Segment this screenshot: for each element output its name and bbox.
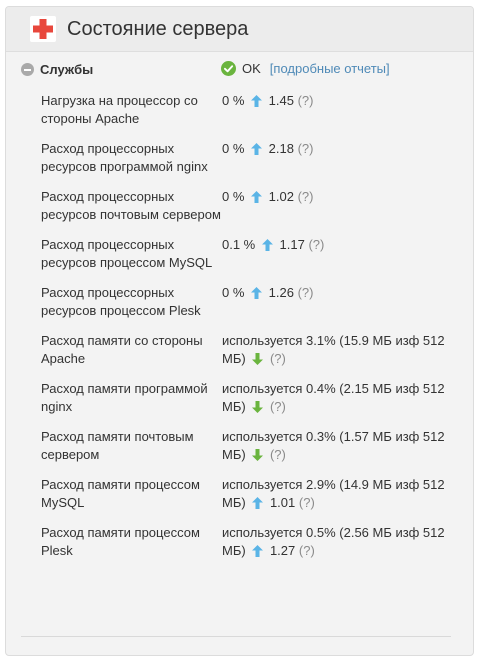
help-link[interactable]: (?) bbox=[298, 285, 314, 300]
metric-trend-value: 1.02 bbox=[268, 189, 294, 204]
metric-label: Расход процессорных ресурсов программой … bbox=[41, 141, 208, 174]
panel-header: Состояние сервера bbox=[6, 7, 473, 52]
help-link[interactable]: (?) bbox=[298, 189, 314, 204]
help-link[interactable]: (?) bbox=[299, 495, 315, 510]
metric-row: Расход процессорных ресурсов процессом M… bbox=[41, 236, 461, 272]
metric-value: 0 % 2.18 (?) bbox=[222, 140, 452, 176]
section-divider bbox=[21, 636, 451, 637]
help-link[interactable]: (?) bbox=[270, 447, 286, 462]
metric-value: 0.1 % 1.17 (?) bbox=[222, 236, 452, 272]
metric-usage: 0 % bbox=[222, 93, 245, 108]
metric-usage: 0 % bbox=[222, 141, 245, 156]
metric-row: Расход памяти процессом Plesk использует… bbox=[41, 524, 461, 560]
metric-label: Расход процессорных ресурсов процессом P… bbox=[41, 285, 201, 318]
metric-usage: 0 % bbox=[222, 189, 245, 204]
metrics-list: Нагрузка на процессор со стороны Apache … bbox=[41, 92, 461, 572]
metric-value: используется 0.3% (1.57 МБ изф 512 МБ) (… bbox=[222, 428, 452, 464]
status-ok-label: OK bbox=[242, 61, 261, 76]
metric-label: Расход памяти процессом Plesk bbox=[41, 525, 200, 558]
metric-value: 0 % 1.45 (?) bbox=[222, 92, 452, 128]
services-status: OK [подробные отчеты] bbox=[221, 61, 390, 76]
metric-label: Расход памяти со стороны Apache bbox=[41, 333, 203, 366]
metric-label: Нагрузка на процессор со стороны Apache bbox=[41, 93, 198, 126]
metric-value: используется 0.5% (2.56 МБ изф 512 МБ) 1… bbox=[222, 524, 452, 560]
arrow-up-icon bbox=[252, 497, 264, 509]
check-circle-icon bbox=[221, 61, 236, 76]
metric-trend-value: 1.26 bbox=[268, 285, 294, 300]
metric-value: используется 2.9% (14.9 МБ изф 512 МБ) 1… bbox=[222, 476, 452, 512]
metric-label: Расход процессорных ресурсов процессом M… bbox=[41, 237, 213, 270]
metric-usage: 0 % bbox=[222, 285, 245, 300]
metric-row: Расход процессорных ресурсов почтовым се… bbox=[41, 188, 461, 224]
arrow-up-icon bbox=[251, 191, 263, 203]
arrow-up-icon bbox=[251, 95, 263, 107]
collapse-toggle-icon[interactable] bbox=[21, 63, 34, 76]
metric-label: Расход процессорных ресурсов почтовым се… bbox=[41, 189, 221, 222]
arrow-up-icon bbox=[261, 239, 273, 251]
help-link[interactable]: (?) bbox=[270, 351, 286, 366]
metric-row: Расход памяти программой nginx используе… bbox=[41, 380, 461, 416]
arrow-down-icon bbox=[252, 353, 264, 365]
metric-label: Расход памяти процессом MySQL bbox=[41, 477, 200, 510]
metric-row: Расход памяти процессом MySQL использует… bbox=[41, 476, 461, 512]
metric-row: Расход памяти со стороны Apache использу… bbox=[41, 332, 461, 368]
plus-icon bbox=[30, 16, 56, 42]
metric-trend-value: 1.27 bbox=[269, 543, 296, 558]
arrow-up-icon bbox=[251, 143, 263, 155]
metric-value: используется 3.1% (15.9 МБ изф 512 МБ) (… bbox=[222, 332, 452, 368]
services-section-header: Службы bbox=[21, 62, 93, 77]
help-link[interactable]: (?) bbox=[308, 237, 324, 252]
metric-value: используется 0.4% (2.15 МБ изф 512 МБ) (… bbox=[222, 380, 452, 416]
metric-trend-value: 1.45 bbox=[268, 93, 294, 108]
metric-row: Расход процессорных ресурсов процессом P… bbox=[41, 284, 461, 320]
help-link[interactable]: (?) bbox=[299, 543, 315, 558]
arrow-down-icon bbox=[252, 449, 264, 461]
arrow-up-icon bbox=[252, 545, 264, 557]
metric-trend-value: 1.01 bbox=[269, 495, 296, 510]
section-title: Службы bbox=[40, 62, 94, 77]
metric-row: Расход памяти почтовым сервером использу… bbox=[41, 428, 461, 464]
metric-row: Нагрузка на процессор со стороны Apache … bbox=[41, 92, 461, 128]
metric-value: 0 % 1.02 (?) bbox=[222, 188, 452, 224]
arrow-down-icon bbox=[252, 401, 264, 413]
arrow-up-icon bbox=[251, 287, 263, 299]
detailed-reports-link[interactable]: [подробные отчеты] bbox=[270, 61, 390, 76]
metric-label: Расход памяти программой nginx bbox=[41, 381, 208, 414]
help-link[interactable]: (?) bbox=[298, 141, 314, 156]
metric-row: Расход процессорных ресурсов программой … bbox=[41, 140, 461, 176]
metric-usage: 0.1 % bbox=[222, 237, 256, 252]
panel-title: Состояние сервера bbox=[67, 17, 249, 40]
metric-value: 0 % 1.26 (?) bbox=[222, 284, 452, 320]
metric-label: Расход памяти почтовым сервером bbox=[41, 429, 194, 462]
metric-trend-value: 1.17 bbox=[279, 237, 305, 252]
metric-trend-value: 2.18 bbox=[268, 141, 294, 156]
help-link[interactable]: (?) bbox=[298, 93, 314, 108]
help-link[interactable]: (?) bbox=[270, 399, 286, 414]
